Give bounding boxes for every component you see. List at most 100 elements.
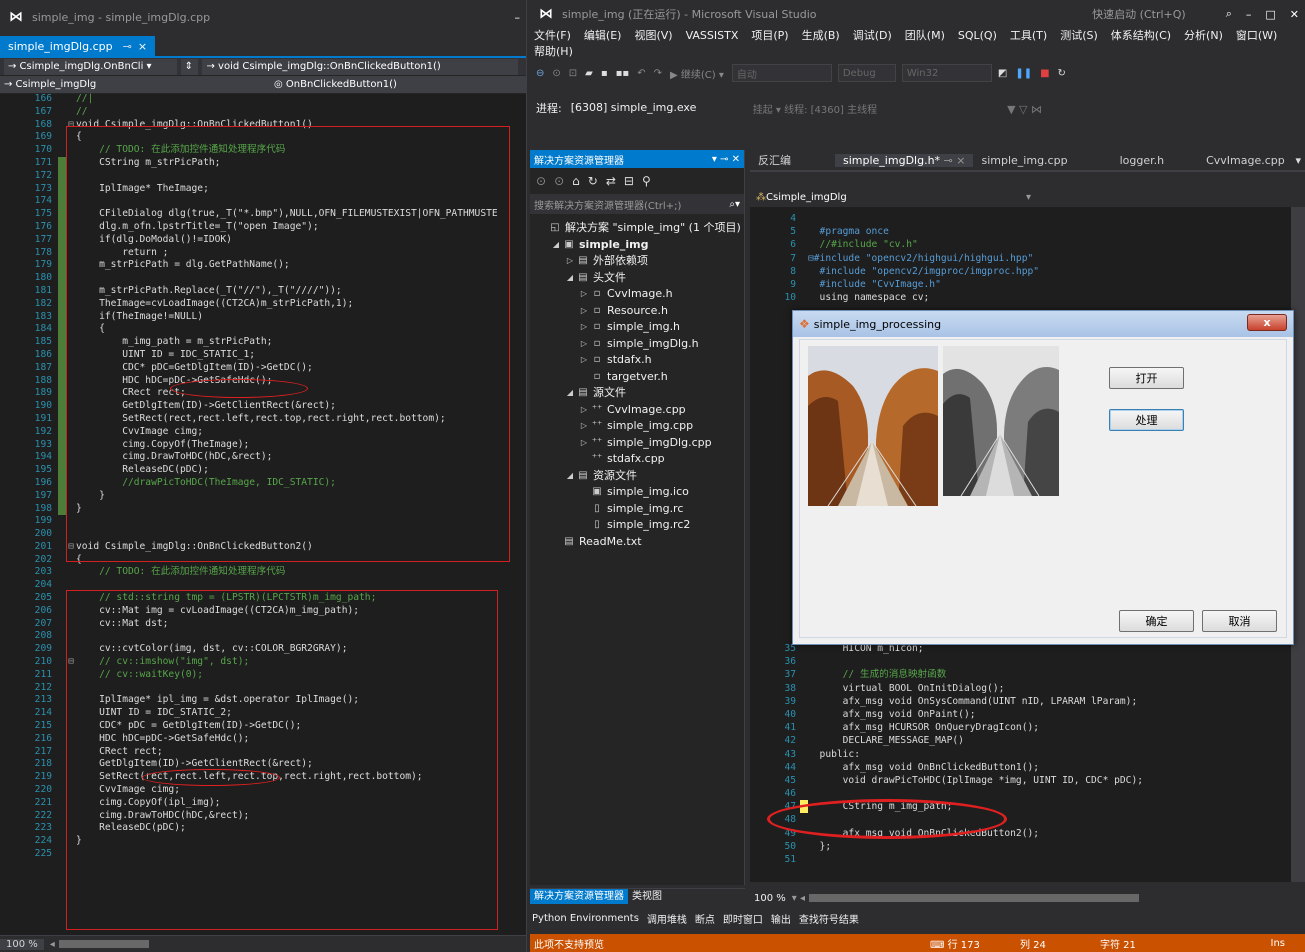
tree-item[interactable]: ▷ ⁺⁺ simple_img.cpp [530, 418, 744, 435]
expand-arrow-icon[interactable]: ◢ [564, 468, 576, 485]
back-icon[interactable]: ⊙ [536, 174, 546, 188]
tab-cvvimage-cpp[interactable]: CvvImage.cpp [1198, 154, 1293, 167]
code-line[interactable]: 45 void drawPicToHDC(IplImage *img, UINT… [750, 774, 1305, 787]
bottom-tab[interactable]: 即时窗口 [723, 911, 763, 926]
undo-icon[interactable]: ↶ [637, 68, 645, 79]
bottom-tab[interactable]: 查找符号结果 [799, 911, 859, 926]
code-line[interactable]: 42 DECLARE_MESSAGE_MAP() [750, 734, 1305, 747]
tree-item[interactable]: ▯ simple_img.rc [530, 501, 744, 518]
menu-item[interactable]: 帮助(H) [534, 44, 573, 60]
code-line[interactable]: 39 afx_msg void OnSysCommand(UINT nID, L… [750, 695, 1305, 708]
tab-solution-explorer[interactable]: 解决方案资源管理器 [530, 889, 628, 904]
tree-item[interactable]: ▷ ▫ stdafx.h [530, 352, 744, 369]
exception-icon[interactable]: ◩ [998, 68, 1007, 79]
close-icon[interactable]: × [138, 40, 147, 53]
save-icon[interactable]: ▪ [601, 68, 608, 79]
code-line[interactable]: 38 virtual BOOL OnInitDialog(); [750, 682, 1305, 695]
tab-logger-h[interactable]: logger.h [1112, 154, 1173, 167]
tab-class-view[interactable]: 类视图 [628, 889, 666, 904]
tree-item[interactable]: ◢ ▤ 资源文件 [530, 468, 744, 485]
tree-item[interactable]: ▣ simple_img.ico [530, 484, 744, 501]
menu-item[interactable]: 团队(M) [905, 28, 945, 44]
expand-arrow-icon[interactable]: ◢ [564, 270, 576, 287]
ok-button[interactable]: 确定 [1119, 610, 1194, 632]
properties-icon[interactable]: ⚲ [642, 174, 651, 188]
cancel-button[interactable]: 取消 [1202, 610, 1277, 632]
expand-arrow-icon[interactable]: ▷ [578, 418, 590, 435]
tree-item[interactable]: ◱ 解决方案 "simple_img" (1 个项目) [530, 220, 744, 237]
zoom-level[interactable]: 100 % [750, 893, 790, 904]
process-button[interactable]: 处理 [1109, 409, 1184, 431]
code-line[interactable]: 6 //#include "cv.h" [750, 238, 1305, 251]
class-dropdown[interactable]: → Csimple_imgDlg.OnBnCli ▾ [4, 58, 177, 75]
maximize-icon[interactable]: □ [1265, 8, 1275, 21]
hscrollbar-thumb[interactable] [58, 940, 149, 948]
pin-icon[interactable]: ⊸ [123, 40, 132, 53]
tree-item[interactable]: ▷ ▫ simple_img.h [530, 319, 744, 336]
menu-item[interactable]: 工具(T) [1010, 28, 1047, 44]
menu-item[interactable]: 编辑(E) [584, 28, 622, 44]
member-dropdown[interactable]: → void Csimple_imgDlg::OnBnClickedButton… [202, 58, 518, 75]
minimize-icon[interactable]: – [1246, 8, 1252, 21]
expand-arrow-icon[interactable]: ▷ [578, 303, 590, 320]
search-icon[interactable]: ⌕▾ [729, 199, 740, 210]
home-icon[interactable]: ⌂ [572, 174, 580, 188]
pin-icon[interactable]: ▾ ⊸ ✕ [712, 154, 740, 165]
code-line[interactable]: 9 #include "CvvImage.h" [750, 278, 1305, 291]
expand-arrow-icon[interactable]: ▷ [578, 352, 590, 369]
menu-item[interactable]: 项目(P) [751, 28, 788, 44]
hscroll-left-icon[interactable]: ◂ [50, 939, 55, 950]
tree-item[interactable]: ▷ ▫ CvvImage.h [530, 286, 744, 303]
tree-item[interactable]: ◢ ▤ 源文件 [530, 385, 744, 402]
tab-simple-img-cpp[interactable]: simple_img.cpp [973, 154, 1075, 167]
filter-icon[interactable]: ▼ ▽ ⋈ [1007, 103, 1042, 116]
menu-item[interactable]: 窗口(W) [1236, 28, 1277, 44]
tree-item[interactable]: ▫ targetver.h [530, 369, 744, 386]
code-line[interactable]: 51 [750, 853, 1305, 866]
stop-icon[interactable]: ■ [1040, 68, 1049, 79]
menu-item[interactable]: 测试(S) [1060, 28, 1098, 44]
new-project-icon[interactable]: ⊡ [569, 68, 577, 79]
hscrollbar-thumb[interactable] [809, 894, 1139, 902]
tree-item[interactable]: ▤ ReadMe.txt [530, 534, 744, 551]
bottom-tab[interactable]: 断点 [695, 911, 715, 926]
collapse-icon[interactable]: ⊟ [624, 174, 634, 188]
forward-icon[interactable]: ⊙ [554, 174, 564, 188]
tree-item[interactable]: ▷ ▤ 外部依赖项 [530, 253, 744, 270]
expand-arrow-icon[interactable]: ▷ [578, 286, 590, 303]
expand-arrow-icon[interactable]: ▷ [578, 402, 590, 419]
menu-item[interactable]: 文件(F) [534, 28, 571, 44]
code-line[interactable]: 166 //| [0, 93, 526, 106]
chevron-down-icon[interactable]: ▾ [1026, 192, 1031, 203]
code-line[interactable]: 10 using namespace cv; [750, 291, 1305, 304]
code-line[interactable]: 5 #pragma once [750, 225, 1305, 238]
bottom-tab[interactable]: 输出 [771, 911, 791, 926]
dialog-close-button[interactable]: x [1247, 314, 1287, 331]
tab-overflow-icon[interactable]: ▾ [1295, 154, 1301, 167]
tree-item[interactable]: ▷ ▫ simple_imgDlg.h [530, 336, 744, 353]
refresh-icon[interactable]: ⇄ [606, 174, 616, 188]
back-icon[interactable]: ⊖ [536, 68, 544, 79]
bottom-tab[interactable]: Python Environments [532, 913, 639, 924]
expand-arrow-icon[interactable]: ▷ [578, 336, 590, 353]
sync-icon[interactable]: ↻ [588, 174, 598, 188]
solution-config-dropdown[interactable]: 自动 [731, 64, 832, 82]
continue-button[interactable]: ▶ 继续(C) ▾ [670, 66, 724, 81]
menu-item[interactable]: 调试(D) [853, 28, 892, 44]
menu-item[interactable]: 分析(N) [1184, 28, 1223, 44]
save-all-icon[interactable]: ▪▪ [616, 68, 630, 79]
expand-arrow-icon[interactable]: ▷ [578, 319, 590, 336]
minimize-icon[interactable]: – [515, 11, 521, 24]
hscroll-left-icon[interactable]: ▾ ◂ [792, 893, 805, 904]
tree-item[interactable]: ▯ simple_img.rc2 [530, 517, 744, 534]
menu-item[interactable]: SQL(Q) [958, 28, 997, 44]
code-line[interactable]: 50 }; [750, 840, 1305, 853]
menu-item[interactable]: 视图(V) [634, 28, 672, 44]
restart-icon[interactable]: ↻ [1058, 68, 1066, 79]
redo-icon[interactable]: ↷ [654, 68, 662, 79]
search-icon[interactable]: ⌕ [1226, 7, 1232, 21]
expand-arrow-icon[interactable]: ▷ [578, 435, 590, 452]
tree-item[interactable]: ◢ ▣ simple_img [530, 237, 744, 254]
scope-dropdown[interactable]: → Csimple_imgDlg [4, 79, 274, 90]
quick-launch[interactable]: 快速启动 (Ctrl+Q) [1092, 6, 1186, 22]
